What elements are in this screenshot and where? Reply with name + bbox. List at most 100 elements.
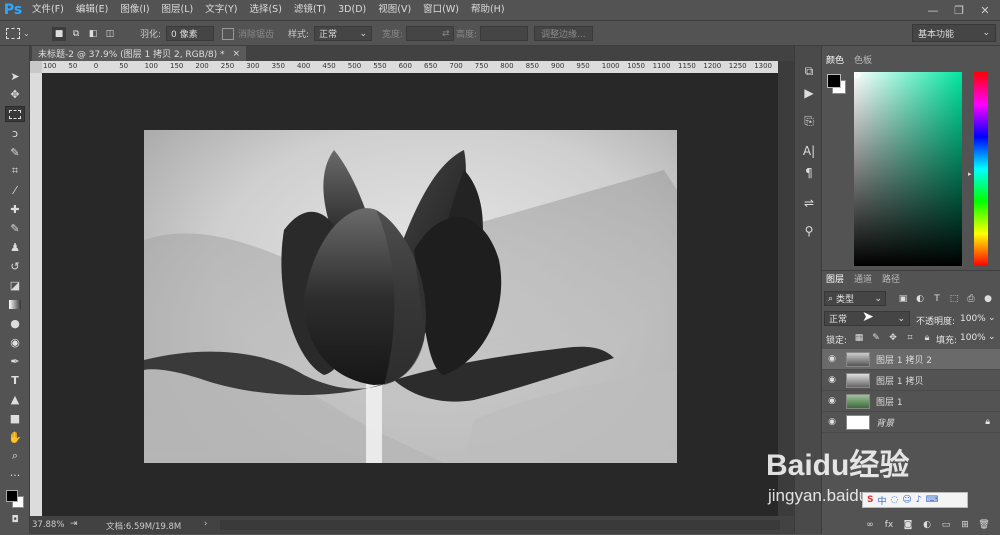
menu-image[interactable]: 图像(I): [114, 0, 155, 20]
visibility-eye-icon[interactable]: ◉: [822, 375, 842, 385]
filter-pixel-icon[interactable]: ▣: [896, 292, 910, 306]
style-select[interactable]: 正常 ⌄: [314, 26, 372, 41]
quick-select-icon[interactable]: ✎: [5, 144, 25, 160]
move-tool-icon[interactable]: ✥: [5, 86, 25, 102]
refine-edge-button[interactable]: 调整边缘...: [534, 26, 593, 41]
visibility-eye-icon[interactable]: ◉: [822, 417, 842, 427]
restore-icon[interactable]: ❐: [946, 0, 972, 20]
quick-mask-icon[interactable]: ◘: [5, 512, 25, 528]
tab-swatches[interactable]: 色板: [854, 52, 872, 67]
new-selection-icon[interactable]: ■: [52, 26, 66, 41]
color-field[interactable]: [854, 72, 962, 266]
menu-view[interactable]: 视图(V): [372, 0, 417, 20]
more-tools-icon[interactable]: ···: [5, 467, 25, 483]
chevron-down-icon[interactable]: ⌄: [988, 313, 996, 323]
swap-icon[interactable]: ⇄: [442, 29, 450, 39]
add-selection-icon[interactable]: ⧉: [69, 27, 83, 41]
ime-toolbar[interactable]: S 中 ◌ ☺ ♪ ⌨: [862, 492, 968, 508]
lock-all-icon[interactable]: 🔒︎: [920, 331, 934, 345]
add-mask-icon[interactable]: ◙: [901, 518, 915, 532]
blur-icon[interactable]: ●: [5, 315, 25, 331]
vertical-scrollbar[interactable]: [778, 61, 794, 516]
filter-shape-icon[interactable]: ⬚: [947, 292, 961, 306]
layer-style-icon[interactable]: fx: [882, 518, 896, 532]
panel-foreground-swatch[interactable]: [827, 74, 841, 88]
shape-icon[interactable]: ■: [5, 410, 25, 426]
ime-logo-icon[interactable]: S: [867, 495, 873, 505]
workspace-select[interactable]: 基本功能 ⌄: [912, 24, 996, 42]
brush-icon[interactable]: ✎: [5, 220, 25, 236]
history-panel-icon[interactable]: ⧉: [799, 62, 819, 80]
character-panel-icon[interactable]: A|: [799, 142, 819, 160]
menu-help[interactable]: 帮助(H): [465, 0, 511, 20]
pen-icon[interactable]: ✒: [5, 353, 25, 369]
link-layers-icon[interactable]: ∞: [863, 518, 877, 532]
lock-image-icon[interactable]: ✎: [869, 331, 883, 345]
tab-color[interactable]: 颜色: [826, 52, 844, 67]
close-icon[interactable]: ✕: [972, 0, 998, 20]
menu-select[interactable]: 选择(S): [243, 0, 287, 20]
layer-filter-select[interactable]: ⌕ 类型 ⌄: [824, 291, 886, 306]
fill-value[interactable]: 100%: [960, 333, 986, 343]
healing-brush-icon[interactable]: ✚: [5, 201, 25, 217]
actions-play-icon[interactable]: ▶: [799, 84, 819, 102]
antialias-checkbox[interactable]: [222, 27, 234, 40]
foreground-color-swatch[interactable]: [6, 490, 18, 502]
type-tool-icon[interactable]: T: [5, 372, 25, 388]
visibility-eye-icon[interactable]: ◉: [822, 354, 842, 364]
zoom-icon[interactable]: ⌕: [5, 448, 25, 464]
path-select-icon[interactable]: ▲: [5, 391, 25, 407]
ime-emoji-icon[interactable]: ☺: [902, 495, 911, 505]
minimize-icon[interactable]: —: [920, 0, 946, 20]
ime-voice-icon[interactable]: ♪: [916, 495, 922, 505]
close-tab-icon[interactable]: ×: [232, 49, 240, 59]
filter-toggle-icon[interactable]: ●: [981, 292, 995, 306]
menu-file[interactable]: 文件(F): [26, 0, 70, 20]
ime-punct-icon[interactable]: ◌: [891, 495, 899, 505]
color-picker-marker[interactable]: [854, 72, 860, 78]
menu-edit[interactable]: 编辑(E): [70, 0, 114, 20]
filter-adjustment-icon[interactable]: ◐: [913, 292, 927, 306]
lock-artboard-icon[interactable]: ⌗: [903, 331, 917, 345]
status-menu-arrow-icon[interactable]: ›: [204, 519, 207, 529]
intersect-selection-icon[interactable]: ◫: [103, 27, 117, 41]
horizontal-scrollbar[interactable]: [220, 520, 780, 530]
lasso-icon[interactable]: ↄ: [5, 125, 25, 141]
ime-mode-icon[interactable]: 中: [877, 494, 886, 507]
new-layer-icon[interactable]: ⊞: [958, 518, 972, 532]
hue-slider[interactable]: [974, 72, 988, 266]
paragraph-panel-icon[interactable]: ¶: [799, 164, 819, 182]
layer-row[interactable]: ◉ 图层 1 拷贝 2: [822, 349, 1000, 370]
opacity-value[interactable]: 100%: [960, 314, 986, 324]
zoom-level[interactable]: 37.88%: [32, 520, 64, 530]
delete-layer-icon[interactable]: 🗑︎: [977, 518, 991, 532]
layer-row[interactable]: ◉ 图层 1: [822, 391, 1000, 412]
menu-layer[interactable]: 图层(L): [156, 0, 200, 20]
document-tab[interactable]: 未标题-2 @ 37.9% (图层 1 拷贝 2, RGB/8) * ×: [32, 46, 246, 61]
gradient-icon[interactable]: [5, 296, 25, 312]
share-icon[interactable]: ⇥: [70, 519, 78, 529]
dodge-icon[interactable]: ◉: [5, 334, 25, 350]
chevron-down-icon[interactable]: ⌄: [988, 332, 996, 342]
move-arrow-icon[interactable]: ➤: [5, 68, 25, 84]
tab-channels[interactable]: 通道: [854, 271, 872, 286]
rect-marquee-icon[interactable]: [5, 106, 25, 122]
brush-panel-icon[interactable]: ⚲: [799, 222, 819, 240]
menu-type[interactable]: 文字(Y): [199, 0, 243, 20]
history-brush-icon[interactable]: ↺: [5, 258, 25, 274]
lock-position-icon[interactable]: ✥: [886, 331, 900, 345]
menu-3d[interactable]: 3D(D): [332, 0, 372, 20]
marquee-preset-icon[interactable]: ⌄: [6, 25, 30, 42]
ime-keyboard-icon[interactable]: ⌨: [926, 495, 939, 505]
hue-slider-handle-icon[interactable]: ▸: [968, 170, 972, 178]
height-input[interactable]: [480, 26, 529, 41]
tab-paths[interactable]: 路径: [882, 271, 900, 286]
new-group-icon[interactable]: ▭: [939, 518, 953, 532]
menu-window[interactable]: 窗口(W): [417, 0, 465, 20]
adjustments-panel-icon[interactable]: ⇌: [799, 194, 819, 212]
brush-presets-icon[interactable]: ⎘: [799, 112, 819, 130]
tab-layers[interactable]: 图层: [826, 271, 844, 286]
feather-input[interactable]: 0 像素: [166, 26, 214, 41]
layer-row[interactable]: ◉ 图层 1 拷贝: [822, 370, 1000, 391]
filter-type-icon[interactable]: T: [930, 292, 944, 306]
